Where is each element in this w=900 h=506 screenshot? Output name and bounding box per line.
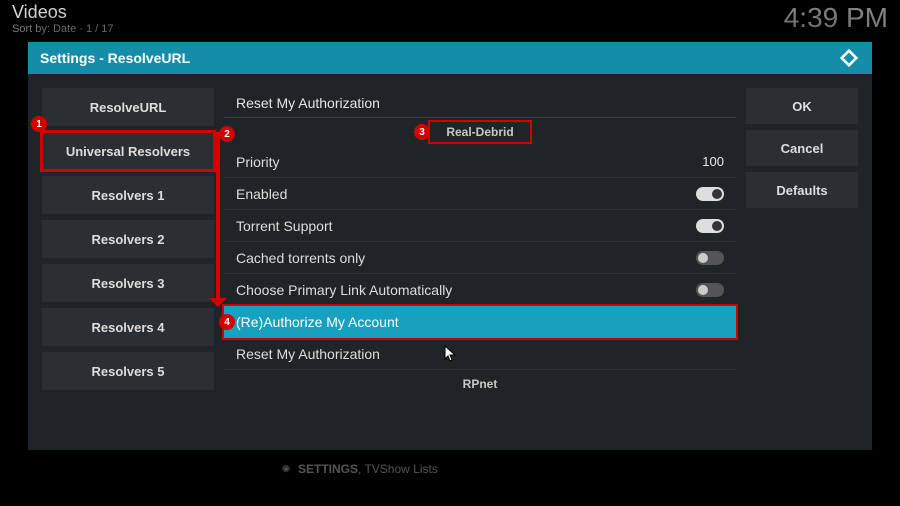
dialog-header: Settings - ResolveURL [28,42,872,74]
row-torrent-support[interactable]: Torrent Support [224,210,736,242]
category-sidebar: ResolveURL Universal Resolvers Resolvers… [42,88,214,436]
defaults-button[interactable]: Defaults [746,172,858,208]
sidebar-item-label: Resolvers 2 [92,232,165,247]
annotation-badge-2: 2 [219,126,235,142]
row-label: (Re)Authorize My Account [236,314,399,330]
cancel-button[interactable]: Cancel [746,130,858,166]
cursor-icon [444,345,458,363]
gear-icon [280,463,292,475]
row-cached-torrents-only[interactable]: Cached torrents only [224,242,736,274]
button-label: OK [792,99,812,114]
row-reauthorize-wrapper: (Re)Authorize My Account [224,306,736,338]
background-menu-text: SETTINGS, TVShow Lists [280,462,438,476]
annotation-badge-3: 3 [414,124,430,140]
row-label: Choose Primary Link Automatically [236,282,452,298]
sidebar-item-resolvers-4[interactable]: Resolvers 4 [42,308,214,346]
group-header-label: RPnet [463,377,498,391]
sidebar-item-label: Resolvers 4 [92,320,165,335]
dialog-actions: OK Cancel Defaults [746,88,858,436]
sidebar-item-resolvers-3[interactable]: Resolvers 3 [42,264,214,302]
annotation-arrow [216,132,220,304]
annotation-badge-1: 1 [31,116,47,132]
sidebar-item-label: Universal Resolvers [66,144,190,159]
toggle-switch[interactable] [696,283,724,297]
reset-authorization-top[interactable]: Reset My Authorization [224,88,736,118]
toggle-switch[interactable] [696,187,724,201]
button-label: Cancel [781,141,824,156]
sidebar-item-resolvers-2[interactable]: Resolvers 2 [42,220,214,258]
row-choose-primary-link[interactable]: Choose Primary Link Automatically [224,274,736,306]
dialog-title: Settings - ResolveURL [40,50,190,66]
row-label: Priority [236,154,280,170]
row-reauthorize-my-account[interactable]: (Re)Authorize My Account [224,306,736,338]
sidebar-item-universal-resolvers[interactable]: Universal Resolvers [42,132,214,170]
toggle-switch[interactable] [696,219,724,233]
footer-bold: SETTINGS [298,462,358,476]
settings-dialog: Settings - ResolveURL ResolveURL Univers… [28,42,872,450]
row-value: 100 [702,154,724,169]
button-label: Defaults [776,183,827,198]
sidebar-item-label: Resolvers 5 [92,364,165,379]
sidebar-item-label: Resolvers 3 [92,276,165,291]
clock: 4:39 PM [784,2,888,34]
row-label: Reset My Authorization [236,95,380,111]
sidebar-item-resolveurl[interactable]: ResolveURL [42,88,214,126]
row-label: Torrent Support [236,218,333,234]
annotation-badge-4: 4 [219,314,235,330]
footer-rest: , TVShow Lists [358,462,438,476]
kodi-logo-icon [838,47,860,69]
group-header-label: Real-Debrid [428,120,531,144]
group-header-rpnet: RPnet [224,370,736,398]
sidebar-item-label: Resolvers 1 [92,188,165,203]
background-topbar: Videos Sort by: Date · 1 / 17 4:39 PM [12,2,888,35]
group-header-real-debrid: Real-Debrid [224,118,736,146]
sidebar-item-resolvers-1[interactable]: Resolvers 1 [42,176,214,214]
toggle-switch[interactable] [696,251,724,265]
row-priority[interactable]: Priority 100 [224,146,736,178]
settings-panel: Reset My Authorization Real-Debrid Prior… [224,88,736,436]
sidebar-item-label: ResolveURL [90,100,167,115]
sidebar-item-resolvers-5[interactable]: Resolvers 5 [42,352,214,390]
row-reset-authorization[interactable]: Reset My Authorization [224,338,736,370]
row-label: Reset My Authorization [236,346,380,362]
ok-button[interactable]: OK [746,88,858,124]
sort-subtitle: Sort by: Date · 1 / 17 [12,23,114,35]
row-label: Enabled [236,186,287,202]
videos-title: Videos [12,2,114,23]
row-enabled[interactable]: Enabled [224,178,736,210]
row-label: Cached torrents only [236,250,365,266]
